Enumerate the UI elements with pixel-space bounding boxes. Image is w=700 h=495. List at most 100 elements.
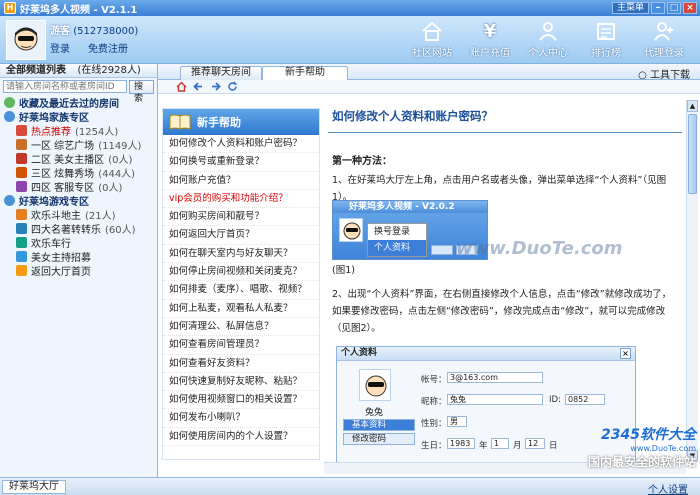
help-topic-item[interactable]: 如何返回大厅首页？ xyxy=(163,226,319,245)
help-topic-item[interactable]: 如何使用房间内的个人设置？ xyxy=(163,428,319,447)
refresh-icon[interactable] xyxy=(227,81,238,92)
maximize-button[interactable]: □ xyxy=(667,2,681,14)
help-topic-item[interactable]: 如何上私麦，观看私人私麦？ xyxy=(163,300,319,318)
tool-recharge[interactable]: ¥ 账户充值 xyxy=(462,18,518,62)
ranking-icon xyxy=(597,23,615,40)
help-topic-item[interactable]: 如何快速复制好友昵称、粘贴？ xyxy=(163,373,319,392)
help-list-title: 新手帮助 xyxy=(197,116,241,129)
game-zone-label: 好莱坞游戏专区 xyxy=(19,196,89,208)
help-topic-list: 新手帮助 如何修改个人资料和账户密码？ 如何换号或重新登录？ 如何账户充值？ vip会… xyxy=(162,108,320,460)
help-topic-item[interactable]: 如何停止房间视频和关闭麦克？ xyxy=(163,263,319,282)
game-room-0[interactable]: 欢乐斗地主 (21人) xyxy=(0,207,157,222)
family-room-list: 热点推荐 (1254人) 一区 综艺广场 (1149人) 二区 美女主播区 (0人) 三区 … xyxy=(0,123,157,194)
room-label: 返回大厅首页 xyxy=(31,266,91,278)
room-search-input[interactable] xyxy=(3,80,127,93)
figure-2-title: 个人资料 xyxy=(341,348,378,358)
tool-community-site[interactable]: 社区网站 xyxy=(404,18,460,62)
tool-personal-center[interactable]: 个人中心 xyxy=(520,18,576,62)
figure-2-titlebar: 个人资料 × xyxy=(337,347,635,361)
tab-beginner-help[interactable]: 新手帮助 xyxy=(262,66,348,80)
window-title: 好莱坞多人视频 - V2.1.1 xyxy=(20,4,138,16)
help-topic-item[interactable]: 如何查看房间管理员？ xyxy=(163,336,319,355)
family-room-4[interactable]: 四区 客服专区 (0人) xyxy=(0,179,157,194)
help-topic-item[interactable]: 如何在聊天室内与好友聊天？ xyxy=(163,245,319,264)
user-avatar[interactable] xyxy=(6,20,46,60)
room-count: (1149人) xyxy=(98,140,142,152)
status-hall-tab[interactable]: 好莱坞大厅 xyxy=(2,480,66,494)
figure-2-gender-label: 性别： xyxy=(421,419,447,429)
account-links: 登录 免费注册 xyxy=(50,40,128,55)
personal-settings-link[interactable]: 个人设置 xyxy=(648,481,688,495)
back-arrow-icon[interactable] xyxy=(193,81,204,92)
game-room-3[interactable]: 美女主持招募 xyxy=(0,249,157,264)
content-vertical-scrollbar[interactable]: ▲ ▼ xyxy=(686,100,698,462)
tab-bar: 推荐聊天房间 新手帮助 ○ 工具下载 xyxy=(158,64,700,81)
help-topic-item[interactable]: 如何排麦（麦序）、唱歌、视频？ xyxy=(163,281,319,300)
family-room-1[interactable]: 一区 综艺广场 (1149人) xyxy=(0,137,157,152)
user-identity: 游客 (512738000) xyxy=(50,22,138,37)
tool-community-label: 社区网站 xyxy=(412,48,452,59)
help-topic-item[interactable]: vip会员的购买和功能介绍？ xyxy=(163,190,319,209)
figure-2-id-label: ID: xyxy=(549,395,561,405)
minimize-button[interactable]: – xyxy=(651,2,665,14)
favorites-icon xyxy=(4,96,15,108)
help-topic-item[interactable]: 如何使用视频窗口的相关设置？ xyxy=(163,391,319,410)
room-label: 欢乐斗地主 xyxy=(31,210,81,222)
figure-1-titlebar: 好莱坞多人视频 - V2.0.2 xyxy=(333,201,487,213)
title-divider xyxy=(328,132,682,133)
tool-agent-login[interactable]: 代理登录 xyxy=(636,18,692,62)
room-label: 欢乐车行 xyxy=(31,238,71,250)
help-topic-item[interactable]: 如何发布小喇叭？ xyxy=(163,409,319,428)
tools-download-link[interactable]: ○ 工具下载 xyxy=(638,66,690,81)
title-bar: H 好莱坞多人视频 - V2.1.1 主菜单 – □ × xyxy=(0,0,700,16)
tool-ranking[interactable]: 排行榜 xyxy=(578,18,634,62)
room-icon xyxy=(16,222,27,234)
register-link[interactable]: 免费注册 xyxy=(88,40,128,55)
room-count: (21人) xyxy=(85,210,116,222)
channel-list-header: 全部频道列表 (在线2928人) xyxy=(0,64,157,78)
article-title: 如何修改个人资料和账户密码？ xyxy=(332,109,493,123)
figure-2-month-unit: 月 xyxy=(513,441,522,451)
game-room-2[interactable]: 欢乐车行 xyxy=(0,235,157,250)
window-controls: 主菜单 – □ × xyxy=(611,2,700,14)
help-topic-item[interactable]: 如何购买房间和靓号？ xyxy=(163,208,319,227)
family-room-2[interactable]: 二区 美女主播区 (0人) xyxy=(0,151,157,166)
game-zone-group[interactable]: 好莱坞游戏专区 xyxy=(0,193,157,208)
user-id: (512738000) xyxy=(73,26,139,37)
scroll-thumb[interactable] xyxy=(688,114,697,194)
scroll-up-arrow-icon[interactable]: ▲ xyxy=(687,100,698,112)
family-room-0[interactable]: 热点推荐 (1254人) xyxy=(0,123,157,138)
figure-2-day: 12 xyxy=(525,438,545,449)
user-nickname[interactable]: 游客 xyxy=(50,26,70,37)
game-room-1[interactable]: 四大名著转转乐 (60人) xyxy=(0,221,157,236)
figure-2-month: 1 xyxy=(491,438,509,449)
house-icon xyxy=(422,21,442,41)
family-room-3[interactable]: 三区 炫舞秀场 (444人) xyxy=(0,165,157,180)
figure-1-menu-switch: 换号登录 xyxy=(374,227,411,237)
svg-text:¥: ¥ xyxy=(484,21,497,42)
room-icon xyxy=(16,124,27,136)
money-icon: ¥ xyxy=(484,21,497,42)
help-topic-item[interactable]: 如何查看好友资料？ xyxy=(163,355,319,373)
forward-arrow-icon[interactable] xyxy=(210,81,221,92)
help-list-header: 新手帮助 xyxy=(163,109,319,135)
watermark-slogan: 国内最安全的软件站 xyxy=(587,455,696,469)
figure-2-year-unit: 年 xyxy=(479,441,488,451)
help-topic-item[interactable]: 如何修改个人资料和账户密码？ xyxy=(163,135,319,154)
help-topic-item[interactable]: 如何清理公、私屏信息？ xyxy=(163,318,319,337)
game-room-list: 欢乐斗地主 (21人) 四大名著转转乐 (60人) 欢乐车行 美女主持招募返回大厅首页 xyxy=(0,207,157,278)
help-topic-item[interactable]: 如何换号或重新登录？ xyxy=(163,153,319,172)
room-label: 四大名著转转乐 xyxy=(31,224,101,236)
help-topic-item[interactable]: 如何账户充值？ xyxy=(163,172,319,190)
figure-2-password-tab: 修改密码 xyxy=(343,433,415,445)
family-zone-icon xyxy=(4,110,15,122)
close-button[interactable]: × xyxy=(683,2,697,14)
tab-recommended-rooms[interactable]: 推荐聊天房间 xyxy=(180,66,262,80)
room-search-button[interactable]: 搜索 xyxy=(129,79,154,104)
main-menu-button[interactable]: 主菜单 xyxy=(611,2,649,14)
login-link[interactable]: 登录 xyxy=(50,40,70,55)
family-zone-group[interactable]: 好莱坞家族专区 xyxy=(0,109,157,124)
home-icon[interactable] xyxy=(176,81,187,92)
room-count: (0人) xyxy=(98,182,123,194)
game-room-4[interactable]: 返回大厅首页 xyxy=(0,263,157,278)
